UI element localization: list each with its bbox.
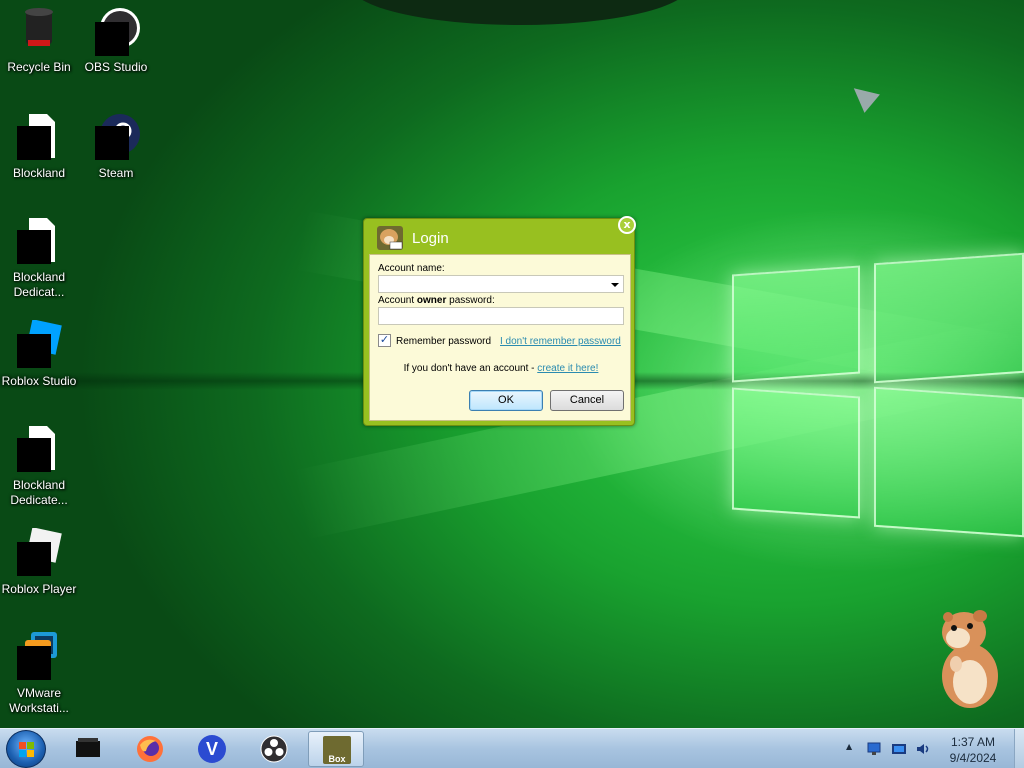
obs-studio-icon: [260, 735, 288, 763]
remember-password-label[interactable]: Remember password: [396, 336, 491, 347]
login-dialog: Login x Account name: Account owner pass…: [363, 216, 636, 426]
dialog-body: Account name: Account owner password: ✓ …: [369, 254, 631, 421]
network-icon[interactable]: [866, 741, 882, 757]
blockland-icon: [15, 112, 63, 160]
windows-logo-pane: [732, 387, 860, 519]
windows-start-icon: [19, 742, 35, 758]
create-account-link[interactable]: create it here!: [537, 363, 598, 374]
volume-icon[interactable]: [915, 741, 931, 757]
desktop-icon-blockland[interactable]: Blockland: [0, 112, 78, 181]
taskbar-app-box[interactable]: Box: [308, 731, 364, 767]
create-account-row: If you don't have an account - create it…: [370, 363, 632, 374]
taskbar-app-blockland[interactable]: [60, 731, 116, 767]
firefox-icon: [137, 736, 163, 762]
windows-logo-pane: [732, 265, 860, 383]
desktop-icon-label: Blockland: [12, 166, 66, 180]
desktop-icon-label: Recycle Bin: [7, 60, 71, 74]
dialog-title: Login: [412, 230, 449, 247]
windows-logo-pane: [874, 252, 1024, 384]
clock-date: 9/4/2024: [949, 751, 997, 765]
hamster-logo-icon: [376, 225, 404, 251]
roblox-studio-icon: [15, 319, 63, 368]
taskbar: V Box ▲ 1:37 AM 9/4/2024: [0, 728, 1024, 768]
vmware-workstation-icon: [15, 632, 63, 680]
desktop-icon-steam[interactable]: Steam: [77, 112, 155, 181]
desktop-icon-label: Roblox Player: [1, 582, 77, 596]
desktop-icon-label: Blockland Dedicat...: [12, 270, 66, 299]
desktop-icon-roblox-player[interactable]: Roblox Player: [0, 527, 78, 597]
tray-expand-icon[interactable]: ▲: [846, 742, 852, 751]
blockland-dedicated-icon: [15, 216, 63, 264]
desktop-icon-label: Roblox Studio: [1, 374, 77, 388]
desktop-icon-recycle-bin[interactable]: Recycle Bin: [0, 6, 78, 75]
checkmark-icon: ✓: [379, 334, 390, 346]
desktop-icon-label: VMware Workstati...: [9, 686, 69, 715]
close-icon[interactable]: x: [618, 216, 636, 234]
cancel-button[interactable]: Cancel: [550, 390, 624, 411]
hamster-pet-icon[interactable]: [934, 606, 1006, 710]
no-account-text: If you don't have an account -: [403, 363, 538, 374]
windows-logo-pane: [874, 386, 1024, 538]
box-hamster-icon: Box: [323, 736, 351, 764]
taskbar-clock[interactable]: 1:37 AM 9/4/2024: [940, 734, 1006, 766]
desktop-icon-roblox-studio[interactable]: Roblox Studio: [0, 319, 78, 389]
account-name-combobox[interactable]: [378, 275, 624, 293]
monitor-icon[interactable]: [891, 741, 907, 757]
wallpaper-top-notch: [350, 0, 690, 25]
recycle-bin-icon: [15, 6, 63, 54]
desktop-icon-label: Steam: [98, 166, 134, 180]
roblox-player-icon: [15, 527, 63, 576]
password-label: Account owner password:: [378, 295, 495, 306]
remember-password-checkbox[interactable]: ✓: [378, 334, 391, 347]
account-name-label: Account name:: [378, 263, 445, 274]
desktop-icon-blockland-dedicated[interactable]: Blockland Dedicat...: [0, 216, 78, 300]
obs-studio-icon: [92, 6, 140, 56]
password-field[interactable]: [378, 307, 624, 325]
steam-icon: [92, 112, 140, 160]
blockland-icon: [76, 738, 100, 757]
mouse-cursor-icon: [846, 79, 880, 113]
blockland-dedicated-icon: [15, 424, 63, 472]
chevron-down-icon[interactable]: [611, 283, 619, 287]
desktop-icon-obs-studio[interactable]: OBS Studio: [77, 6, 155, 75]
taskbar-app-v[interactable]: V: [184, 731, 240, 767]
desktop-icon-label: OBS Studio: [84, 60, 148, 74]
clock-time: 1:37 AM: [950, 735, 996, 749]
forgot-password-link[interactable]: I don't remember password: [500, 336, 621, 347]
show-desktop-button[interactable]: [1014, 729, 1024, 768]
taskbar-app-obs[interactable]: [246, 731, 302, 767]
taskbar-app-firefox[interactable]: [122, 731, 178, 767]
desktop-icon-blockland-dedicated-2[interactable]: Blockland Dedicate...: [0, 424, 78, 508]
desktop-icon-label: Blockland Dedicate...: [10, 478, 68, 507]
desktop-icon-vmware[interactable]: VMware Workstati...: [0, 632, 78, 716]
start-button[interactable]: [6, 730, 46, 768]
v-app-icon: V: [198, 735, 226, 763]
ok-button[interactable]: OK: [469, 390, 543, 411]
